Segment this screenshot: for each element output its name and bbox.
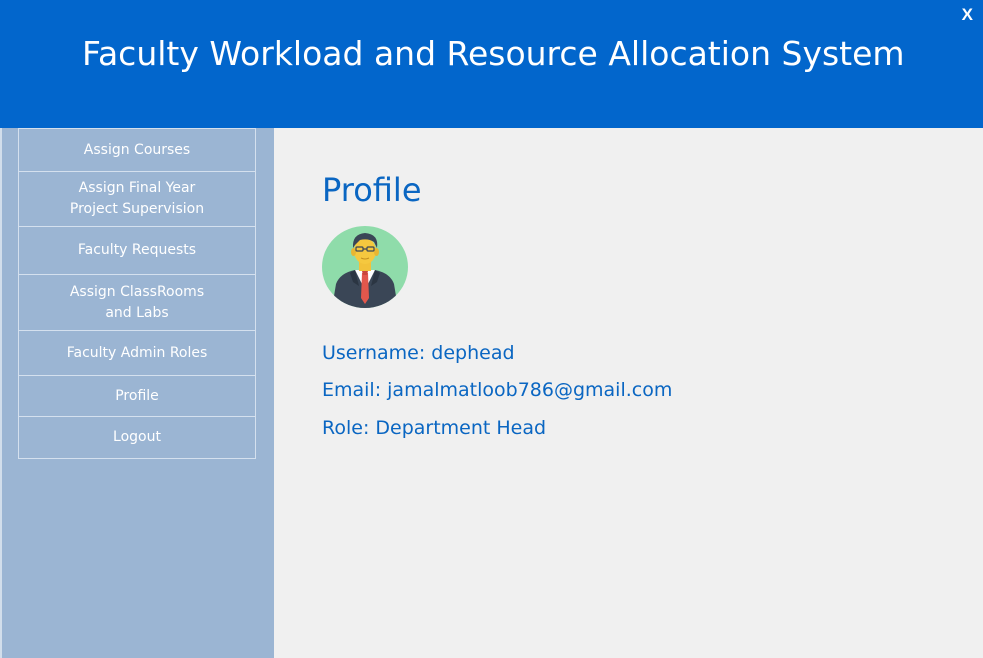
- main-content: Profile Username: dephead Email: jamalma…: [274, 128, 983, 658]
- sidebar-menu: Assign Courses Assign Final Year Project…: [18, 128, 256, 459]
- sidebar-item-faculty-admin-roles[interactable]: Faculty Admin Roles: [19, 330, 255, 375]
- sidebar-item-assign-courses[interactable]: Assign Courses: [19, 128, 255, 171]
- close-button[interactable]: X: [962, 5, 973, 25]
- app-title: Faculty Workload and Resource Allocation…: [82, 34, 905, 73]
- app-header: Faculty Workload and Resource Allocation…: [0, 0, 983, 128]
- sidebar-item-faculty-requests[interactable]: Faculty Requests: [19, 226, 255, 274]
- username-text: Username: dephead: [322, 342, 515, 364]
- sidebar-item-logout[interactable]: Logout: [19, 416, 255, 458]
- email-text: Email: jamalmatloob786@gmail.com: [322, 379, 673, 401]
- sidebar-item-assign-classrooms-labs[interactable]: Assign ClassRooms and Labs: [19, 274, 255, 330]
- role-text: Role: Department Head: [322, 417, 547, 439]
- page-title: Profile: [322, 171, 422, 209]
- sidebar-item-profile[interactable]: Profile: [19, 375, 255, 416]
- sidebar-edge: [0, 128, 2, 658]
- sidebar-item-assign-fyp-supervision[interactable]: Assign Final Year Project Supervision: [19, 171, 255, 226]
- sidebar: Assign Courses Assign Final Year Project…: [0, 128, 274, 658]
- user-avatar-icon: [322, 226, 408, 308]
